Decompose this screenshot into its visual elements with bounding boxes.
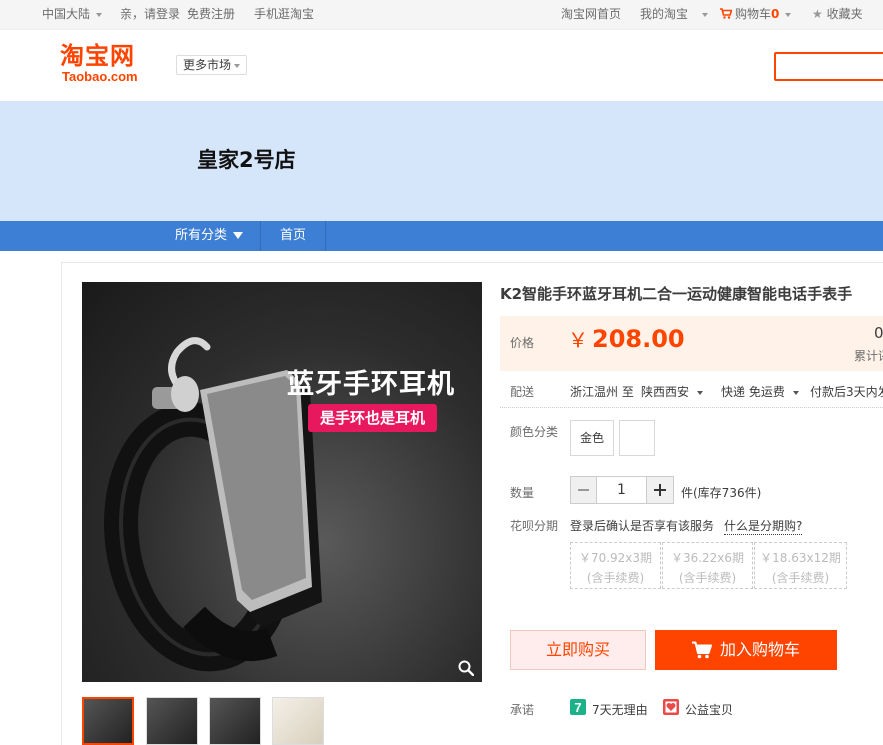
seven-day-return-icon: 7 [570, 699, 586, 715]
product-thumbnail[interactable] [209, 697, 261, 745]
product-thumbnail[interactable] [146, 697, 198, 745]
ship-to-label: 陕西西安 [641, 385, 690, 399]
installment-option[interactable]: ￥18.63x12期 (含手续费) [754, 542, 847, 589]
installment-fee: (含手续费) [678, 571, 737, 585]
price-box: 价格 ￥208.00 0 累计评 [500, 316, 883, 371]
buy-now-button[interactable]: 立即购买 [510, 630, 646, 670]
sales-count: 0 [874, 324, 883, 342]
region-selector[interactable]: 中国大陆 [42, 0, 103, 30]
more-market-label: 更多市场 [183, 58, 232, 72]
huabei-what-link[interactable]: 什么是分期购? [724, 517, 803, 535]
installment-option[interactable]: ￥70.92x3期 (含手续费) [570, 542, 661, 589]
product-thumbnail[interactable] [272, 697, 324, 745]
favorites-label: 收藏夹 [826, 7, 863, 21]
cart-icon [692, 641, 712, 659]
add-to-cart-label: 加入购物车 [720, 640, 801, 659]
site-topbar: 中国大陆 亲，请登录 免费注册 手机逛淘宝 淘宝网首页 我的淘宝 购物车0 ★ … [0, 0, 883, 30]
stock-text: 件(库存736件) [681, 486, 762, 500]
ship-time: 付款后3天内发 [810, 385, 883, 399]
cart-count: 0 [771, 7, 780, 21]
chevron-down-icon [697, 390, 704, 395]
ship-method-selector[interactable]: 快递 免运费 [721, 383, 799, 400]
installment-fee: (含手续费) [586, 571, 645, 585]
currency-symbol: ￥ [568, 328, 588, 352]
installment-amount: ￥36.22x6期 [670, 551, 745, 565]
ship-method-label: 快递 免运费 [721, 385, 785, 399]
shop-nav: 所有分类 首页 [0, 221, 883, 251]
huabei-login-hint[interactable]: 登录后确认是否享有该服务 [570, 517, 714, 534]
site-header: 淘宝网 Taobao.com 更多市场 [0, 30, 883, 101]
nav-divider [260, 221, 261, 251]
nav-home[interactable]: 首页 [280, 221, 306, 251]
star-icon: ★ [812, 7, 823, 21]
quantity-decrease-button[interactable] [570, 476, 597, 504]
cart-icon [720, 8, 733, 19]
seven-day-return-text[interactable]: 7天无理由 [592, 701, 648, 718]
nav-all-categories[interactable]: 所有分类 [175, 221, 244, 251]
svg-text:7: 7 [574, 700, 581, 715]
charity-icon [663, 699, 679, 715]
installment-amount: ￥18.63x12期 [760, 551, 841, 565]
chevron-down-icon [792, 390, 799, 395]
info-divider [500, 407, 883, 408]
login-link[interactable]: 亲，请登录 [120, 0, 180, 30]
ship-from: 浙江温州 至 [570, 385, 634, 399]
color-option-gold[interactable]: 金色 [570, 420, 614, 456]
product-title: K2智能手环蓝牙耳机二合一运动健康智能电话手表手 [500, 285, 853, 303]
color-label: 颜色分类 [510, 425, 559, 439]
more-market-dropdown[interactable]: 更多市场 [176, 55, 248, 75]
search-input[interactable] [774, 52, 883, 81]
product-main-image[interactable]: 蓝牙手环耳机 是手环也是耳机 [82, 282, 482, 682]
my-taobao-label: 我的淘宝 [640, 7, 689, 21]
quantity-label: 数量 [510, 486, 535, 500]
ship-to-selector[interactable]: 陕西西安 [641, 383, 704, 400]
charity-text[interactable]: 公益宝贝 [685, 701, 733, 718]
nav-all-categories-label: 所有分类 [175, 228, 228, 243]
logo-en-text: Taobao.com [62, 69, 138, 84]
chevron-down-icon [96, 12, 103, 17]
promise-label: 承诺 [510, 703, 535, 717]
huabei-label: 花呗分期 [510, 519, 559, 533]
cart-label: 购物车 [735, 7, 772, 21]
chevron-down-icon [785, 12, 792, 17]
installment-fee: (含手续费) [771, 571, 830, 585]
installment-amount: ￥70.92x3期 [578, 551, 653, 565]
logo-cn-text: 淘宝网 [60, 42, 135, 70]
smart-band-earphone-image [104, 337, 322, 672]
shop-name[interactable]: 皇家2号店 [197, 144, 296, 174]
image-promo-tag: 是手环也是耳机 [308, 404, 438, 432]
mobile-taobao-link[interactable]: 手机逛淘宝 [254, 0, 314, 30]
installment-option[interactable]: ￥36.22x6期 (含手续费) [662, 542, 753, 589]
sales-label: 累计评 [854, 349, 883, 363]
favorites-menu[interactable]: ★ 收藏夹 [812, 0, 863, 30]
color-option-2[interactable] [619, 420, 655, 456]
taobao-home-link[interactable]: 淘宝网首页 [561, 0, 621, 30]
zoom-icon[interactable] [458, 660, 474, 676]
price-amount: 208.00 [592, 325, 685, 353]
register-link[interactable]: 免费注册 [187, 0, 235, 30]
add-to-cart-button[interactable]: 加入购物车 [655, 630, 837, 670]
product-thumbnail[interactable] [82, 697, 134, 745]
image-promo-title: 蓝牙手环耳机 [287, 369, 455, 400]
my-taobao-menu[interactable]: 我的淘宝 [640, 0, 709, 30]
shipping-label: 配送 [510, 385, 535, 399]
region-label: 中国大陆 [42, 7, 91, 21]
cart-menu[interactable]: 购物车0 [720, 0, 792, 30]
price-value: ￥ 208.00 [568, 324, 685, 353]
triangle-down-icon [233, 232, 244, 239]
quantity-input[interactable]: 1 [597, 476, 646, 504]
chevron-down-icon [702, 12, 709, 17]
nav-divider [325, 221, 326, 251]
price-label: 价格 [510, 336, 535, 350]
chevron-down-icon [234, 63, 241, 68]
quantity-increase-button[interactable] [646, 476, 674, 504]
shop-banner [0, 101, 883, 221]
taobao-logo[interactable]: 淘宝网 Taobao.com [60, 42, 160, 88]
